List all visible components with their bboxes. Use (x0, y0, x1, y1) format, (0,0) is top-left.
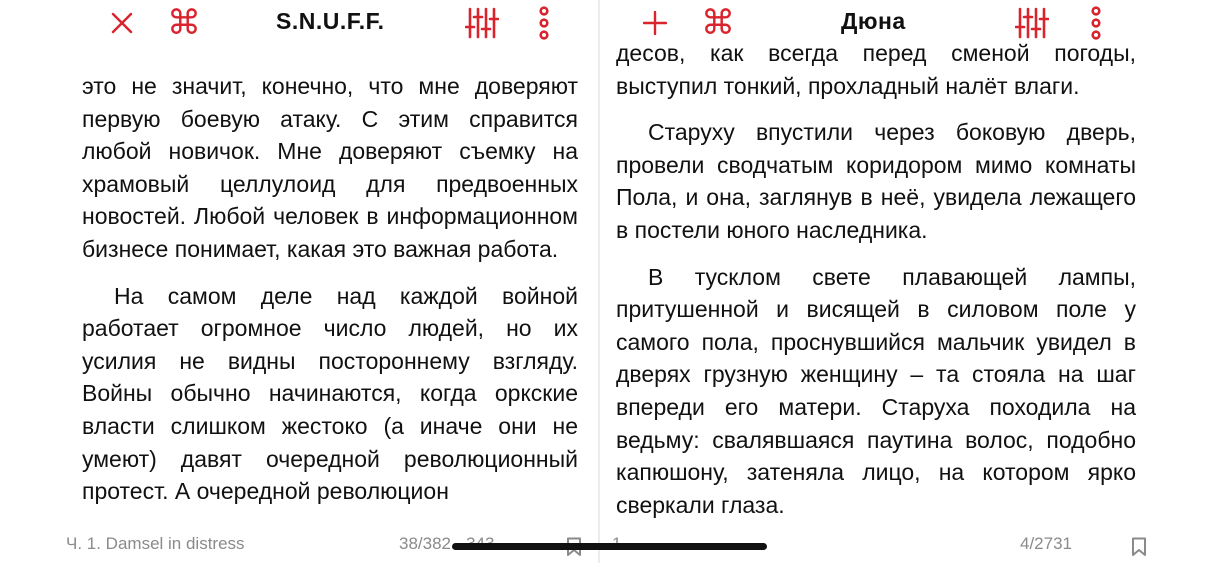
book-title: S.N.U.F.F. (276, 8, 385, 34)
home-indicator[interactable] (452, 543, 767, 550)
chapter-label: Ч. 1. Damsel in distress (66, 534, 245, 553)
book-title: Дюна (841, 8, 906, 34)
paragraph: Старуху впустили через боковую дверь, пр… (616, 119, 1136, 243)
left-toolbar: ⌘ S.N.U.F.F. (0, 0, 598, 46)
more-vertical-icon[interactable] (524, 0, 564, 46)
command-icon[interactable]: ⌘ (164, 0, 204, 46)
left-reader-pane: ⌘ S.N.U.F.F. это не значит, конечно, что… (0, 0, 598, 563)
book-text: это не значит, конечно, что мне доверяют… (82, 70, 578, 530)
paragraph: это не значит, конечно, что мне доверяют… (82, 73, 578, 262)
page-counter: 4/2731 (1020, 534, 1072, 553)
sliders-icon[interactable] (462, 0, 502, 46)
paragraph: десов, как всегда перед сменой погоды, в… (616, 40, 1136, 99)
right-reader-pane: ⌘ Дюна десов, как всегда перед сменой по… (600, 0, 1218, 563)
paragraph: В тусклом свете плавающей лампы, притуше… (616, 263, 1136, 518)
bookmark-icon[interactable] (1131, 537, 1147, 557)
close-icon[interactable] (102, 0, 142, 46)
paragraph: На самом деле над каждой войной работает… (82, 282, 578, 505)
book-text: десов, как всегда перед сменой погоды, в… (616, 37, 1136, 522)
